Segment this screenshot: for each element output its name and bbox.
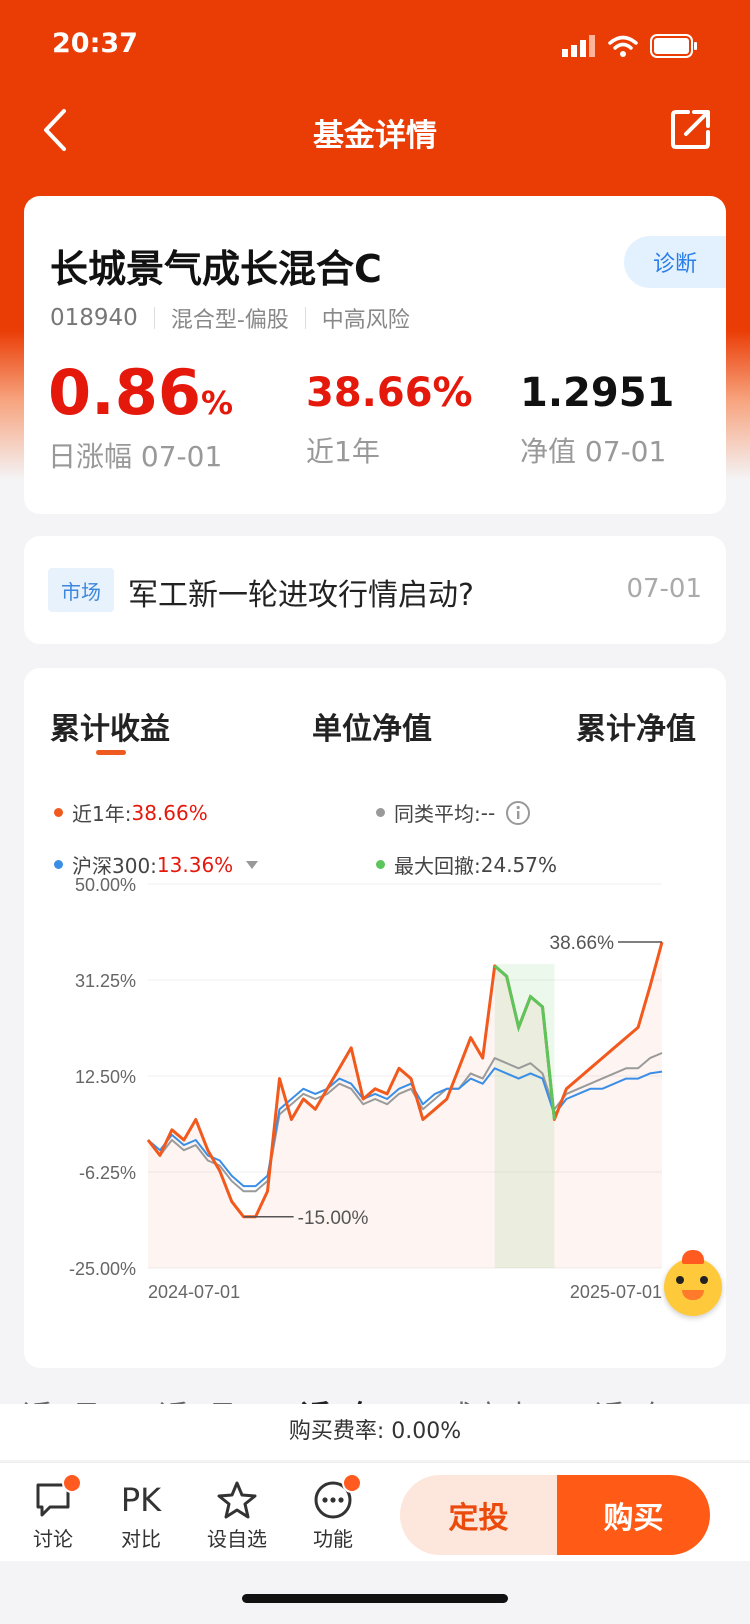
chart-card: 累计收益 单位净值 累计净值 近1年: 38.66% 同类平均: -- 沪深30… <box>24 668 726 1368</box>
nav-label: 净值 07-01 <box>520 435 667 468</box>
page-title: 基金详情 <box>313 118 437 154</box>
y-tick-label: -25.00% <box>69 1259 136 1279</box>
home-indicator <box>242 1594 508 1603</box>
compare-button[interactable]: PK 对比 <box>106 1477 176 1552</box>
signal-icon <box>562 35 595 57</box>
nav-stat: 1.2951 净值 07-01 <box>520 370 674 470</box>
divider <box>153 307 155 329</box>
share-icon[interactable] <box>670 108 712 150</box>
y-tick-label: 31.25% <box>75 971 136 991</box>
functions-label: 功能 <box>313 1527 353 1551</box>
year-return-value: 38.66% <box>306 370 473 416</box>
mascot-icon[interactable] <box>664 1250 722 1316</box>
news-card[interactable]: 市场 军工新一轮进攻行情启动? 07-01 <box>24 536 726 644</box>
news-date: 07-01 <box>626 574 702 604</box>
min-annotation-label: -15.00% <box>298 1208 369 1229</box>
y-tick-label: 12.50% <box>75 1067 136 1087</box>
fund-summary-card: 长城景气成长混合C 诊断 018940 混合型-偏股 中高风险 0.86% 日涨… <box>24 196 726 514</box>
fund-code: 018940 <box>50 305 138 331</box>
navigation-bar: 基金详情 <box>0 96 750 166</box>
battery-icon <box>650 34 697 58</box>
fund-risk: 中高风险 <box>321 308 410 333</box>
daily-change-value: 0.86 <box>48 356 201 429</box>
status-bar: 20:37 <box>52 26 698 66</box>
discuss-label: 讨论 <box>33 1527 73 1551</box>
news-tag: 市场 <box>48 568 114 612</box>
bottom-bar: 讨论 PK 对比 设自选 功能 定投 购买 <box>0 1462 750 1561</box>
compare-label: 对比 <box>121 1527 161 1551</box>
news-headline[interactable]: 军工新一轮进攻行情启动? <box>128 570 474 614</box>
functions-button[interactable]: 功能 <box>298 1473 368 1552</box>
daily-change-label: 日涨幅 07-01 <box>48 440 223 473</box>
favorite-button[interactable]: 设自选 <box>202 1477 272 1552</box>
status-icons <box>562 34 698 58</box>
notification-badge <box>342 1473 362 1493</box>
fund-area <box>148 942 662 1268</box>
x-tick-label: 2024-07-01 <box>148 1282 240 1302</box>
favorite-label: 设自选 <box>207 1527 267 1551</box>
buy-button[interactable]: 购买 <box>557 1475 710 1555</box>
purchase-fee: 购买费率: 0.00% <box>0 1404 750 1460</box>
wifi-icon <box>608 35 638 57</box>
functions-icon-wrap <box>298 1473 368 1523</box>
fund-type: 混合型-偏股 <box>170 308 289 333</box>
divider <box>304 307 306 329</box>
discuss-icon-wrap <box>18 1473 88 1523</box>
star-icon <box>217 1481 257 1519</box>
notification-badge <box>62 1473 82 1493</box>
daily-change-stat: 0.86% 日涨幅 07-01 <box>48 356 233 475</box>
return-chart[interactable]: 50.00% 31.25% 12.50% -6.25% -25.00% 38.66% -15… <box>24 668 726 1368</box>
action-buttons: 定投 购买 <box>400 1475 710 1555</box>
pk-icon: PK <box>120 1481 162 1519</box>
dingtou-button[interactable]: 定投 <box>400 1475 557 1555</box>
year-return-stat: 38.66% 近1年 <box>306 370 473 470</box>
fund-meta: 018940 混合型-偏股 中高风险 <box>50 302 410 334</box>
period-selector: 近3月 近6月 近1年 成立来 近3年 <box>0 1368 750 1406</box>
y-tick-label: -6.25% <box>79 1163 136 1183</box>
discuss-button[interactable]: 讨论 <box>18 1473 88 1552</box>
y-tick-label: 50.00% <box>75 875 136 895</box>
year-return-label: 近1年 <box>306 435 380 468</box>
daily-change-unit: % <box>200 384 234 422</box>
max-annotation-label: 38.66% <box>550 933 615 954</box>
nav-value: 1.2951 <box>520 370 675 416</box>
x-tick-label: 2025-07-01 <box>570 1282 662 1302</box>
status-time: 20:37 <box>52 28 138 59</box>
fund-name: 长城景气成长混合C <box>50 247 382 291</box>
diagnose-button[interactable]: 诊断 <box>624 236 726 288</box>
favorite-icon-wrap <box>202 1477 272 1523</box>
